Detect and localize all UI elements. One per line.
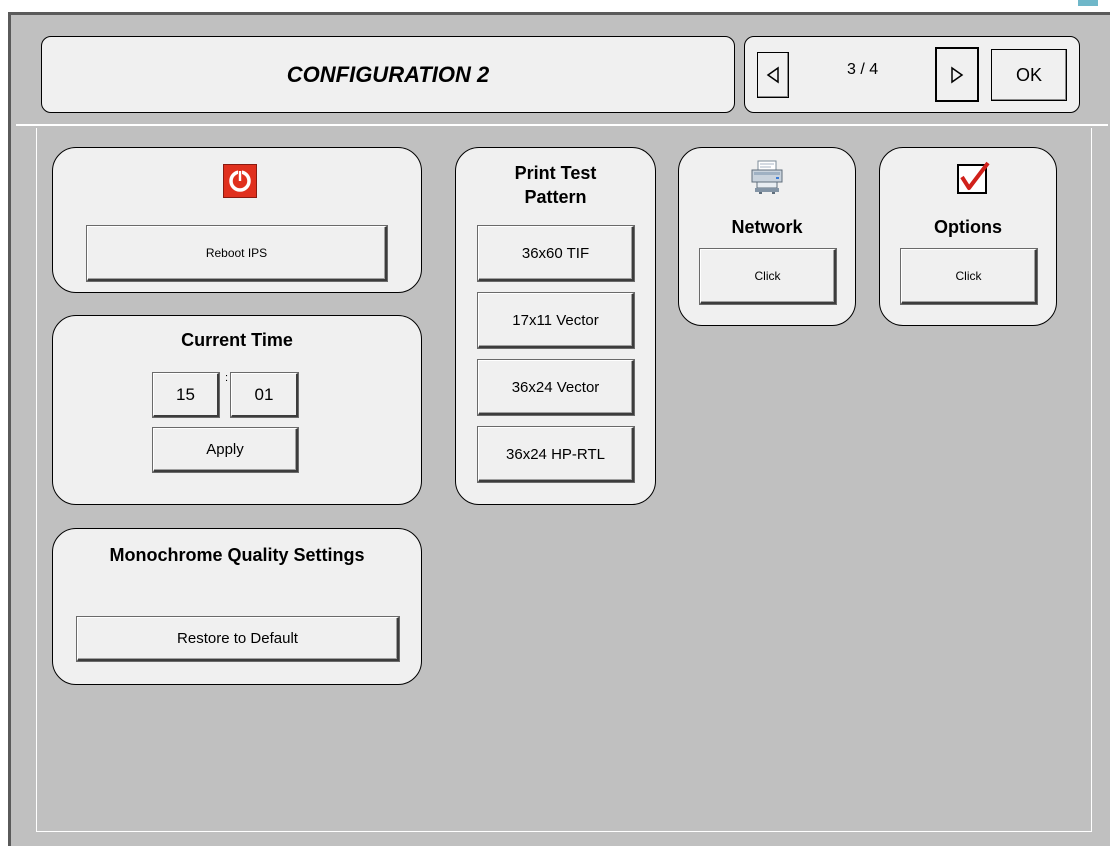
- network-panel: Network Click: [678, 147, 856, 326]
- triangle-right-icon: [951, 66, 964, 83]
- printer-icon: [749, 160, 785, 194]
- time-separator: :: [225, 372, 229, 384]
- triangle-left-icon: [766, 66, 779, 84]
- reboot-ips-button[interactable]: Reboot IPS: [87, 226, 387, 281]
- checkbox-checked-icon: [956, 161, 990, 195]
- minute-field[interactable]: 01: [231, 373, 298, 417]
- current-time-panel: Current Time 15 : 01 Apply: [52, 315, 422, 505]
- monochrome-quality-panel: Monochrome Quality Settings Restore to D…: [52, 528, 422, 685]
- options-title: Options: [934, 217, 1002, 237]
- pattern-36x24-vector-button[interactable]: 36x24 Vector: [478, 360, 634, 415]
- ok-button[interactable]: OK: [991, 49, 1067, 101]
- network-title: Network: [731, 217, 803, 237]
- window-corner-mark: [1078, 0, 1098, 6]
- apply-time-button[interactable]: Apply: [153, 428, 298, 472]
- options-click-button[interactable]: Click: [901, 249, 1037, 304]
- next-page-button[interactable]: [935, 47, 979, 102]
- title-panel: CONFIGURATION 2: [41, 36, 735, 113]
- page-indicator: 3 / 4: [847, 61, 879, 78]
- page-title: CONFIGURATION 2: [286, 61, 490, 87]
- power-icon: [223, 164, 257, 198]
- reboot-panel: Reboot IPS: [52, 147, 422, 293]
- restore-default-button[interactable]: Restore to Default: [77, 617, 399, 661]
- print-test-title-line1: Print Test: [514, 163, 597, 183]
- current-time-title: Current Time: [181, 330, 293, 350]
- hour-field[interactable]: 15: [153, 373, 219, 417]
- print-test-title-line2: Pattern: [524, 187, 587, 207]
- pattern-17x11-vector-button[interactable]: 17x11 Vector: [478, 293, 634, 348]
- pattern-36x60-tif-button[interactable]: 36x60 TIF: [478, 226, 634, 281]
- network-click-button[interactable]: Click: [700, 249, 836, 304]
- prev-page-button[interactable]: [757, 52, 789, 98]
- pattern-36x24-hp-rtl-button[interactable]: 36x24 HP-RTL: [478, 427, 634, 482]
- header-divider: [16, 124, 1108, 126]
- options-panel: Options Click: [879, 147, 1057, 326]
- pager-panel: 3 / 4 OK: [744, 36, 1080, 113]
- print-test-pattern-panel: Print Test Pattern 36x60 TIF 17x11 Vecto…: [455, 147, 656, 505]
- monochrome-quality-title: Monochrome Quality Settings: [109, 545, 365, 565]
